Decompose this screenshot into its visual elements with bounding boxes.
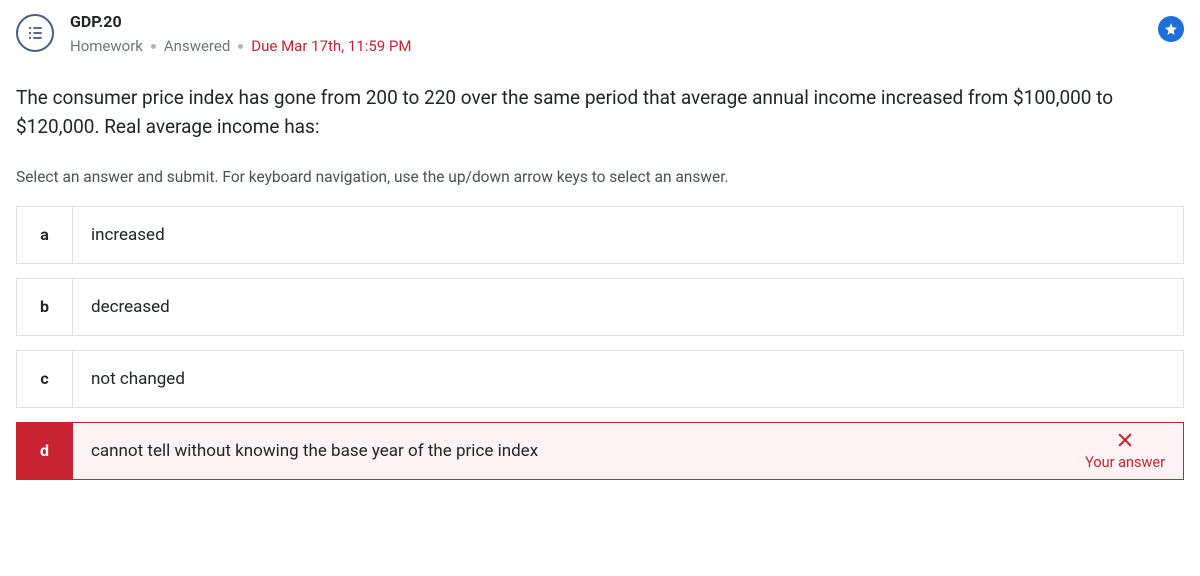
bookmark-button[interactable] [1158, 16, 1184, 42]
question-header: GDP.20 Homework Answered Due Mar 17th, 1… [16, 12, 1184, 55]
option-letter: d [17, 423, 73, 479]
option-d[interactable]: d cannot tell without knowing the base y… [16, 422, 1184, 480]
option-text: cannot tell without knowing the base yea… [73, 423, 1067, 479]
due-date: Due Mar 17th, 11:59 PM [251, 37, 411, 55]
incorrect-icon [1116, 431, 1134, 452]
instruction-text: Select an answer and submit. For keyboar… [16, 168, 1184, 186]
your-answer-label: Your answer [1085, 454, 1165, 471]
option-letter: a [17, 207, 73, 263]
options-list: a increased b decreased c not changed d … [16, 206, 1184, 480]
question-text: The consumer price index has gone from 2… [16, 83, 1184, 142]
option-letter: c [17, 351, 73, 407]
meta-separator-icon [151, 44, 156, 49]
star-icon [1164, 22, 1178, 36]
option-text: increased [73, 207, 1183, 263]
meta-separator-icon [238, 44, 243, 49]
question-type-icon [16, 14, 54, 52]
header-text-block: GDP.20 Homework Answered Due Mar 17th, 1… [70, 12, 1142, 55]
header-meta: Homework Answered Due Mar 17th, 11:59 PM [70, 37, 1142, 55]
option-text: decreased [73, 279, 1183, 335]
option-a[interactable]: a increased [16, 206, 1184, 264]
option-c[interactable]: c not changed [16, 350, 1184, 408]
assignment-type: Homework [70, 37, 143, 55]
answered-status: Answered [164, 37, 230, 55]
option-feedback: Your answer [1067, 423, 1183, 479]
option-text: not changed [73, 351, 1183, 407]
option-b[interactable]: b decreased [16, 278, 1184, 336]
option-letter: b [17, 279, 73, 335]
question-title: GDP.20 [70, 12, 1142, 31]
